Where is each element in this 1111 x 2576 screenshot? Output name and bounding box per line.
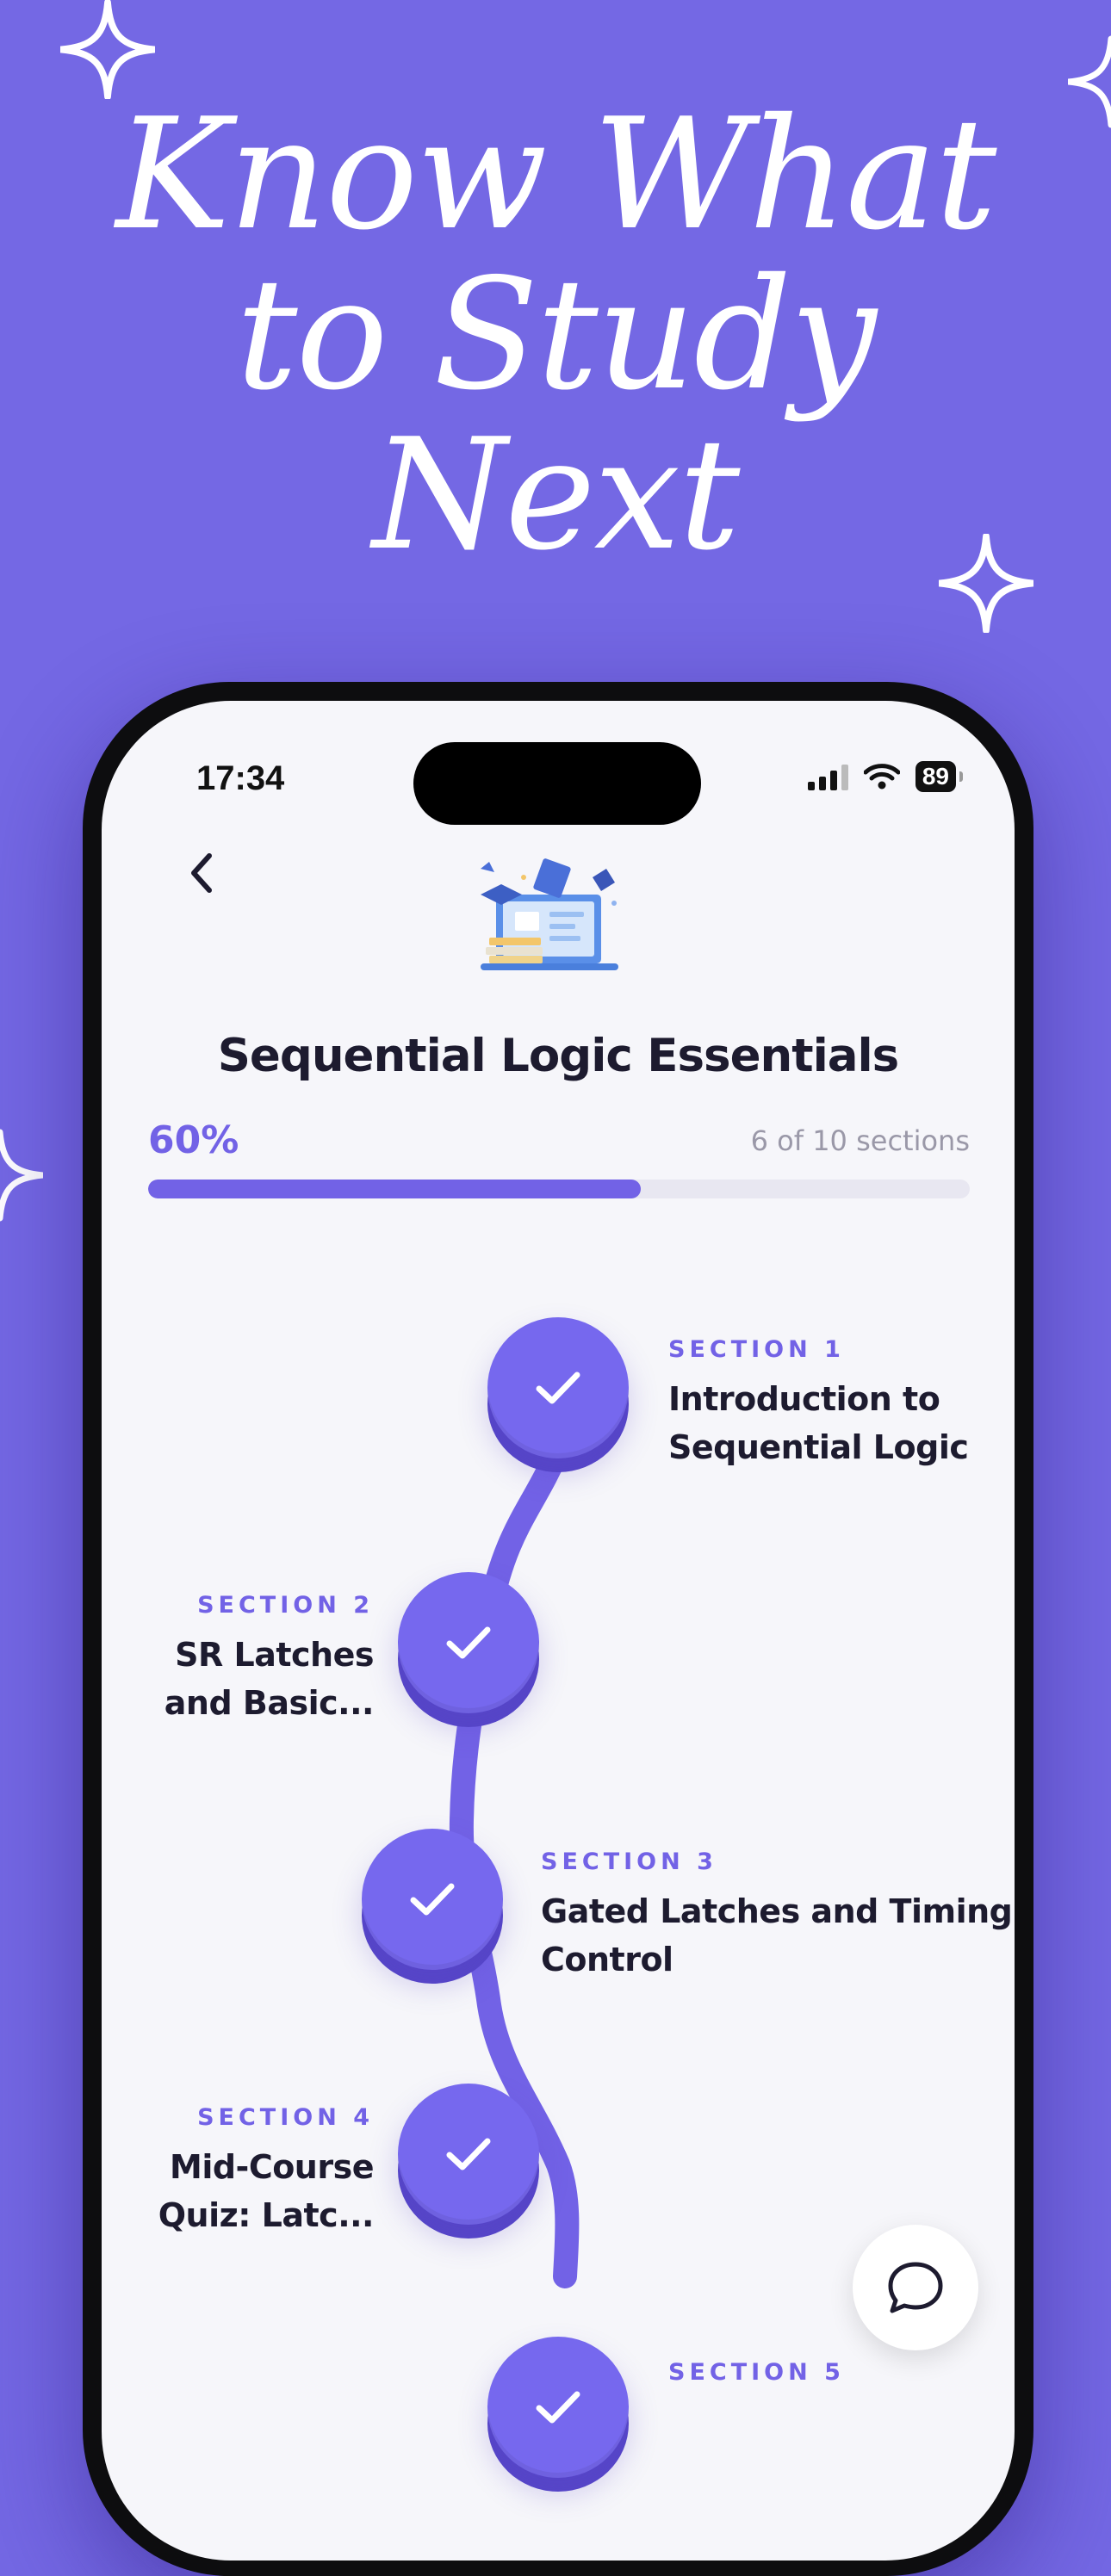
section-name-line: and Basic... [164,1684,375,1722]
sparkle-icon [1068,35,1111,128]
chat-button[interactable] [853,2225,978,2350]
checkmark-icon [446,1626,491,1659]
checkmark-icon [446,2138,491,2170]
section-item-1[interactable]: SECTION 1 Introduction to Sequential Log… [668,1336,969,1471]
section-name-line: Sequential Logic [668,1428,969,1466]
section-item-3[interactable]: SECTION 3 Gated Latches and Timing Contr… [541,1848,1013,1984]
headline-line-1: Know What [115,85,997,263]
section-name-line: Introduction to [668,1380,940,1418]
section-item-2[interactable]: SECTION 2 SR Latches and Basic... [164,1592,375,1727]
checkmark-icon [536,1372,580,1404]
section-node[interactable] [487,1317,629,1472]
section-node[interactable] [398,2084,539,2239]
section-label: SECTION 3 [541,1848,717,1875]
sparkle-icon [60,0,155,99]
sparkle-icon [0,1129,43,1222]
headline-line-2: to Study [236,245,877,424]
section-name-line: SR Latches [175,1636,374,1674]
checkmark-icon [410,1883,455,1916]
chat-bubble-icon [888,2262,943,2313]
section-label: SECTION 5 [668,2359,845,2386]
section-node[interactable] [487,2337,629,2492]
section-node[interactable] [398,1572,539,1727]
section-name-line: Control [541,1941,673,1978]
section-item-4[interactable]: SECTION 4 Mid-Course Quiz: Latc... [158,2104,375,2239]
section-label: SECTION 1 [668,1336,845,1363]
sparkle-icon [939,534,1033,633]
section-name-line: Mid-Course [170,2148,375,2186]
section-node[interactable] [362,1829,503,1984]
section-name-line: Gated Latches and Timing [541,1892,1013,1930]
section-label: SECTION 4 [197,2104,374,2131]
phone-frame: 17:34 89 Sequential Logic Essentials 60%… [83,682,1033,2576]
section-item-5[interactable]: SECTION 5 [668,2359,845,2398]
section-label: SECTION 2 [197,1592,374,1619]
checkmark-icon [536,2391,580,2424]
headline: Know What to Study Next [0,95,1111,575]
app-screen: 17:34 89 Sequential Logic Essentials 60%… [102,701,1015,2561]
section-name-line: Quiz: Latc... [158,2196,375,2234]
